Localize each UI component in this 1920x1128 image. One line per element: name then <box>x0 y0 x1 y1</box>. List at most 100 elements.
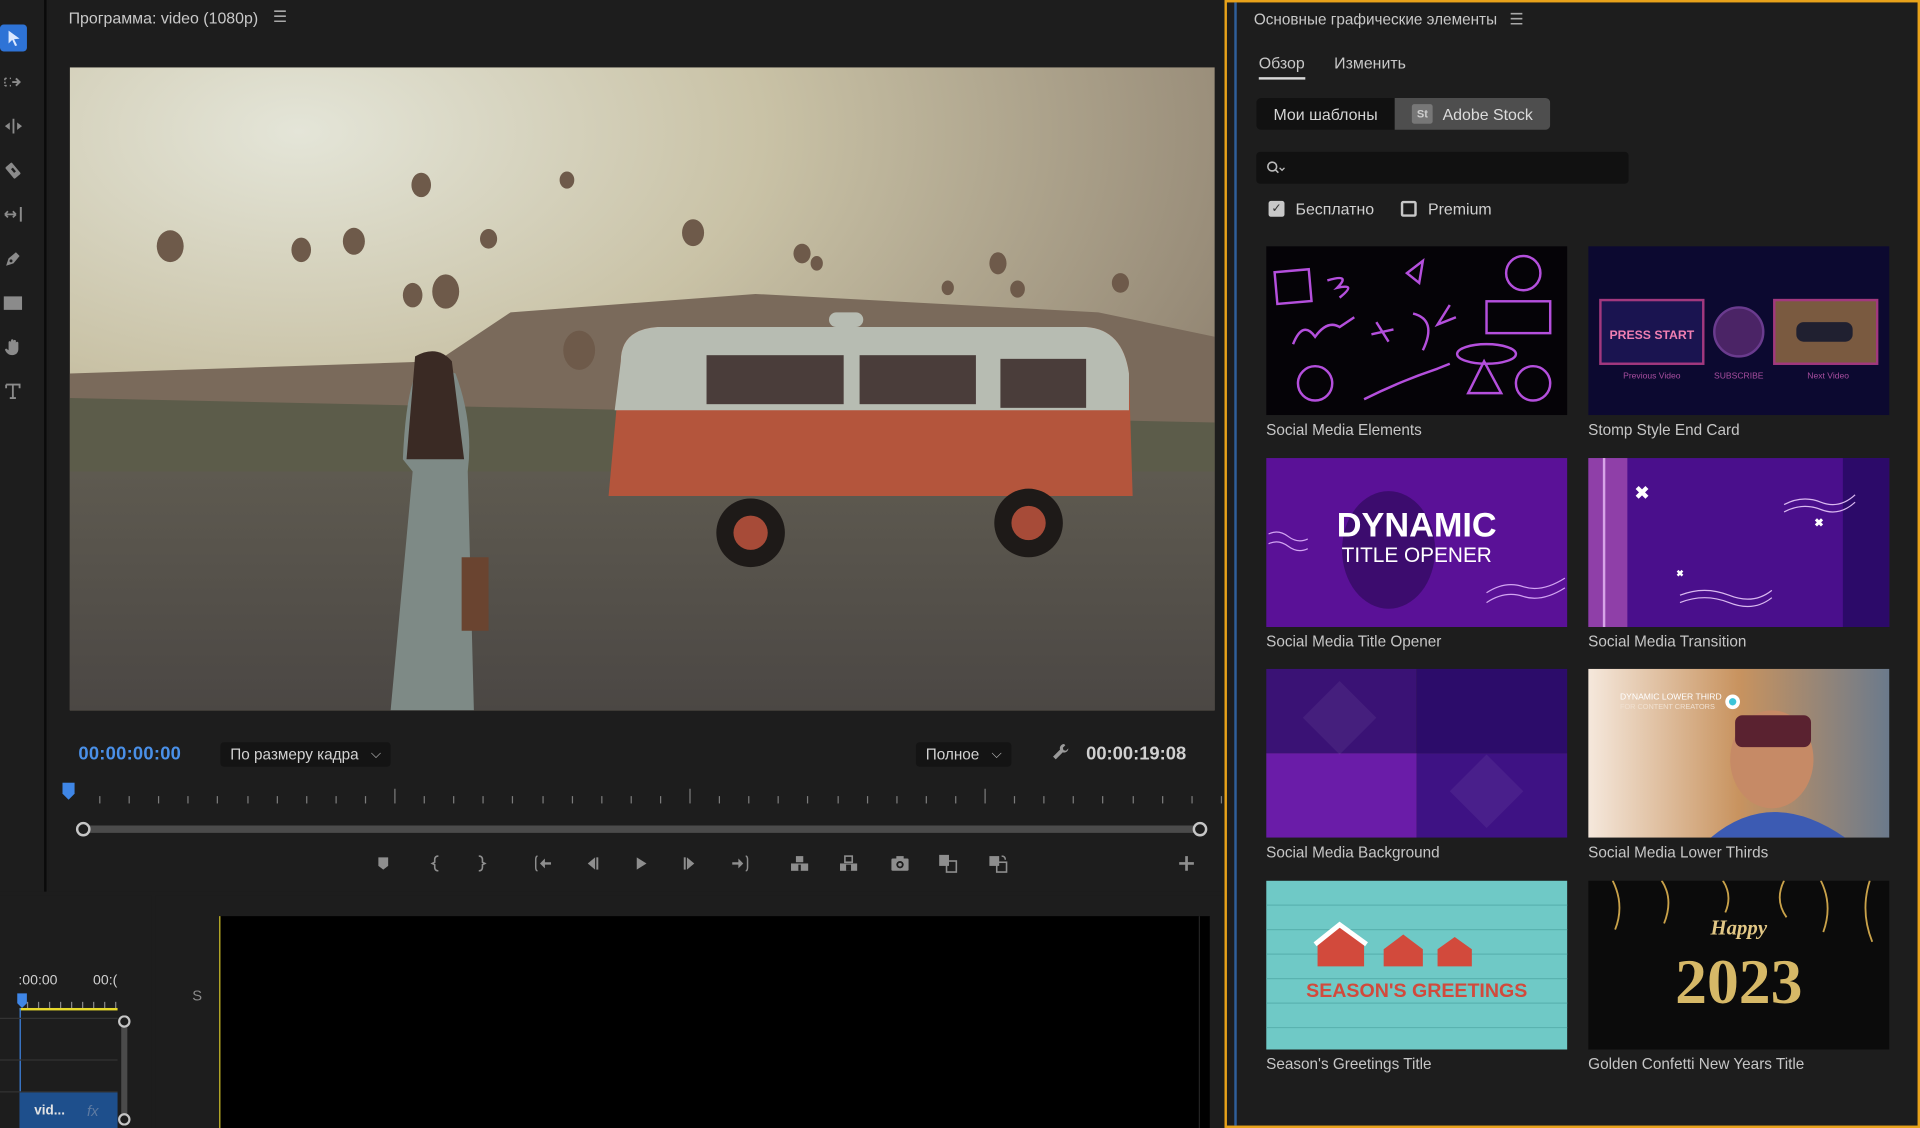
playhead-marker[interactable] <box>62 782 75 800</box>
hand-icon <box>4 339 19 356</box>
search-icon[interactable] <box>1266 160 1286 175</box>
ruler-tick <box>689 788 691 804</box>
mark-out-button[interactable] <box>468 850 495 877</box>
template-thumbnail: DYNAMIC TITLE OPENER <box>1266 457 1568 627</box>
template-title: Social Media Transition <box>1588 632 1747 650</box>
adobe-stock-button[interactable]: St Adobe Stock <box>1394 97 1550 130</box>
current-timecode[interactable]: 00:00:00:00 <box>78 743 181 764</box>
ruler-tick <box>1132 796 1134 804</box>
template-card[interactable]: DYNAMIC LOWER THIRD FOR CONTENT CREATORS… <box>1588 668 1890 880</box>
step-back-icon <box>587 857 599 870</box>
template-thumbnail: DYNAMIC LOWER THIRD FOR CONTENT CREATORS <box>1588 668 1890 838</box>
time-ruler[interactable] <box>70 781 1222 808</box>
ruler-tick <box>246 796 248 804</box>
adobe-stock-label: Adobe Stock <box>1442 104 1533 124</box>
chevron-down-icon: ⌵ <box>370 746 382 762</box>
next-video-text: Next Video <box>1807 370 1849 380</box>
ruler-tick <box>128 796 130 804</box>
premium-filter-checkbox[interactable]: Premium <box>1401 200 1492 218</box>
zoom-scrollbar[interactable] <box>75 821 1208 837</box>
hamburger-icon[interactable]: ☰ <box>273 7 287 27</box>
export-frame-button[interactable] <box>887 850 914 877</box>
vertical-zoom-scrollbar[interactable] <box>118 1015 131 1126</box>
rectangle-tool[interactable] <box>0 289 27 316</box>
template-card[interactable]: Social Media Transition <box>1588 457 1890 668</box>
chevron-down-icon: ⌵ <box>991 746 1002 762</box>
ruler-tick <box>541 796 544 804</box>
panel-title: Программа: video (1080p) <box>68 7 259 27</box>
mini-timecode-start: :00:00 <box>18 973 58 989</box>
template-card[interactable]: Happy 2023 Golden Confetti New Years Tit… <box>1588 879 1890 1091</box>
panel-focus-edge <box>1234 2 1237 1126</box>
free-filter-checkbox[interactable]: Бесплатно <box>1268 200 1374 218</box>
tab-bar: Обзор Изменить <box>1258 54 1406 80</box>
template-card[interactable]: SEASON'S GREETINGS Season's Greetings Ti… <box>1266 879 1568 1091</box>
hamburger-icon[interactable]: ☰ <box>1509 10 1523 30</box>
timeline-canvas[interactable] <box>219 916 1210 1128</box>
zoom-level-dropdown[interactable]: По размеру кадра ⌵ <box>220 742 391 767</box>
ripple-edit-tool[interactable] <box>0 113 27 140</box>
video-frame-image <box>69 67 1215 711</box>
ruler-tick <box>925 796 927 804</box>
tab-edit[interactable]: Изменить <box>1334 54 1406 80</box>
mark-in-button[interactable] <box>422 850 449 877</box>
my-templates-button[interactable]: Мои шаблоны <box>1256 97 1395 130</box>
play-button[interactable] <box>627 850 654 877</box>
settings-wrench-icon[interactable] <box>1051 742 1073 764</box>
razor-tool[interactable] <box>0 157 27 184</box>
comparison-view-button[interactable] <box>934 850 961 877</box>
playback-resolution-dropdown[interactable]: Полное ⌵ <box>915 742 1012 767</box>
extract-button[interactable] <box>835 850 862 877</box>
track-select-tool[interactable] <box>0 69 27 96</box>
timeline-preview-panel: S <box>155 895 1225 1128</box>
step-forward-button[interactable] <box>676 850 703 877</box>
ruler-tick <box>807 796 809 804</box>
scrollbar-right-handle[interactable] <box>1192 821 1208 837</box>
mini-playhead[interactable] <box>17 993 27 1008</box>
lift-button[interactable] <box>786 850 813 877</box>
premiere-workspace: Программа: video (1080p) ☰ 00:00:00:00 П… <box>0 0 1920 1128</box>
ruler-tick <box>1043 796 1045 804</box>
ruler-tick <box>1102 796 1104 804</box>
go-to-out-button[interactable] <box>726 850 753 877</box>
background-thumb <box>1266 668 1568 838</box>
ruler-tick <box>1220 796 1222 804</box>
type-tool[interactable] <box>0 377 27 404</box>
ruler-tick <box>777 796 780 804</box>
lift-icon <box>791 856 809 871</box>
mark-out-icon <box>478 855 487 872</box>
ruler-tick <box>187 796 189 804</box>
go-to-in-button[interactable] <box>530 850 557 877</box>
golden-confetti-thumb: Happy 2023 <box>1588 879 1890 1050</box>
template-card[interactable]: DYNAMIC TITLE OPENER Social Media Title … <box>1266 457 1568 668</box>
add-marker-button[interactable] <box>370 850 397 877</box>
work-area-bar[interactable] <box>19 1007 118 1011</box>
mini-timeline-panel: :00:00 00:( vid... fx <box>0 895 152 1128</box>
template-card[interactable]: Social Media Background <box>1266 668 1568 880</box>
slip-tool[interactable] <box>0 201 27 228</box>
button-editor-button[interactable] <box>1173 850 1200 877</box>
hand-tool[interactable] <box>0 333 27 360</box>
template-title: Golden Confetti New Years Title <box>1588 1055 1805 1073</box>
step-back-button[interactable] <box>579 850 606 877</box>
tab-browse[interactable]: Обзор <box>1258 54 1305 80</box>
plus-icon <box>1179 856 1194 871</box>
ruler-tick <box>335 796 337 804</box>
template-card[interactable]: PRESS START Previous Video SUBSCRIBE Nex… <box>1588 246 1890 457</box>
timeline-clip[interactable]: vid... fx <box>19 1092 118 1128</box>
template-thumbnail <box>1266 668 1568 838</box>
razor-icon <box>5 162 21 179</box>
pen-tool[interactable] <box>0 245 27 272</box>
ruler-tick <box>99 796 101 804</box>
selection-tool[interactable] <box>0 24 27 52</box>
pen-icon <box>6 252 20 266</box>
video-frame <box>69 67 1215 711</box>
template-card[interactable]: Social Media Elements <box>1266 246 1568 457</box>
template-title: Stomp Style End Card <box>1588 421 1740 439</box>
track-select-icon <box>4 77 21 87</box>
scrollbar-left-handle[interactable] <box>75 821 91 837</box>
proxy-toggle-button[interactable] <box>984 850 1011 877</box>
ruler-tick <box>571 796 573 804</box>
template-title: Social Media Lower Thirds <box>1588 843 1769 862</box>
search-input[interactable] <box>1293 159 1612 177</box>
